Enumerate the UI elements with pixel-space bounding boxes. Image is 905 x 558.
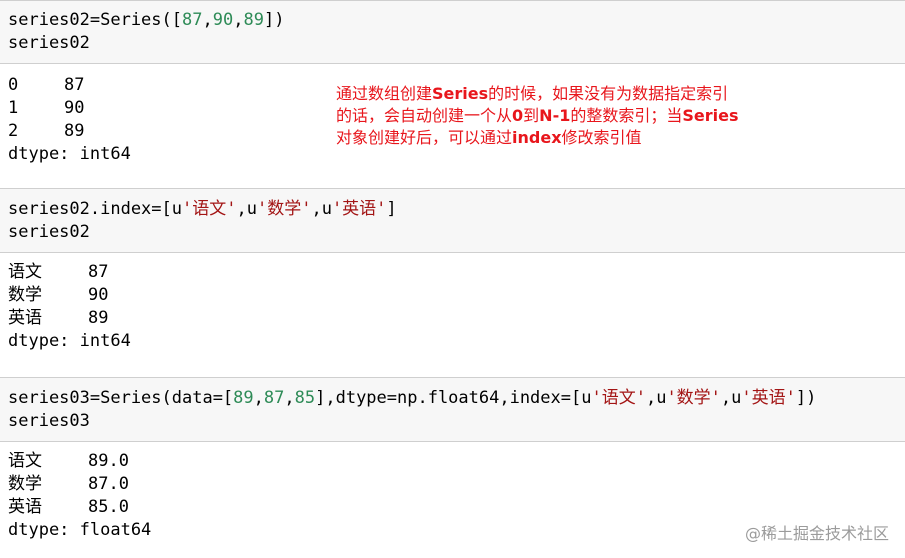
code-cell-2-input[interactable]: series02.index=[u'语文',u'数学',u'英语'] serie… bbox=[0, 188, 905, 253]
code-line: series02.index=[u'语文',u'数学',u'英语'] bbox=[8, 199, 397, 219]
output-dtype: dtype: float64 bbox=[8, 520, 152, 540]
annotation-note: 通过数组创建Series的时候，如果没有为数据指定索引 的话，会自动创建一个从0… bbox=[336, 83, 796, 149]
output-row: 语文 87 bbox=[8, 262, 109, 282]
output-row: 语文 89.0 bbox=[8, 451, 129, 471]
code-cell-2-output: 语文 87 数学 90 英语 89 dtype: int64 bbox=[0, 253, 905, 377]
code-line: series03=Series(data=[89,87,85],dtype=np… bbox=[8, 388, 817, 408]
output-row: 数学 90 bbox=[8, 285, 109, 305]
output-row: 英语 89 bbox=[8, 308, 109, 328]
output-row: 英语 85.0 bbox=[8, 497, 129, 517]
annotation-line: 通过数组创建Series的时候，如果没有为数据指定索引 bbox=[336, 84, 729, 103]
output-row: 2 89 bbox=[8, 121, 85, 141]
watermark: @稀土掘金技术社区 bbox=[744, 524, 889, 543]
output-row: 1 90 bbox=[8, 98, 85, 118]
code-cell-1-input[interactable]: series02=Series([87,90,89]) series02 bbox=[0, 0, 905, 64]
code-line: series02 bbox=[8, 33, 90, 53]
output-row: 数学 87.0 bbox=[8, 474, 129, 494]
output-dtype: dtype: int64 bbox=[8, 144, 131, 164]
code-cell-3-input[interactable]: series03=Series(data=[89,87,85],dtype=np… bbox=[0, 377, 905, 442]
output-dtype: dtype: int64 bbox=[8, 331, 131, 351]
code-line: series03 bbox=[8, 411, 90, 431]
annotation-line: 的话，会自动创建一个从0到N-1的整数索引；当Series bbox=[336, 106, 739, 125]
code-line: series02 bbox=[8, 222, 90, 242]
output-row: 0 87 bbox=[8, 75, 85, 95]
code-line: series02=Series([87,90,89]) bbox=[8, 10, 285, 30]
annotation-line: 对象创建好后，可以通过index修改索引值 bbox=[336, 128, 642, 147]
